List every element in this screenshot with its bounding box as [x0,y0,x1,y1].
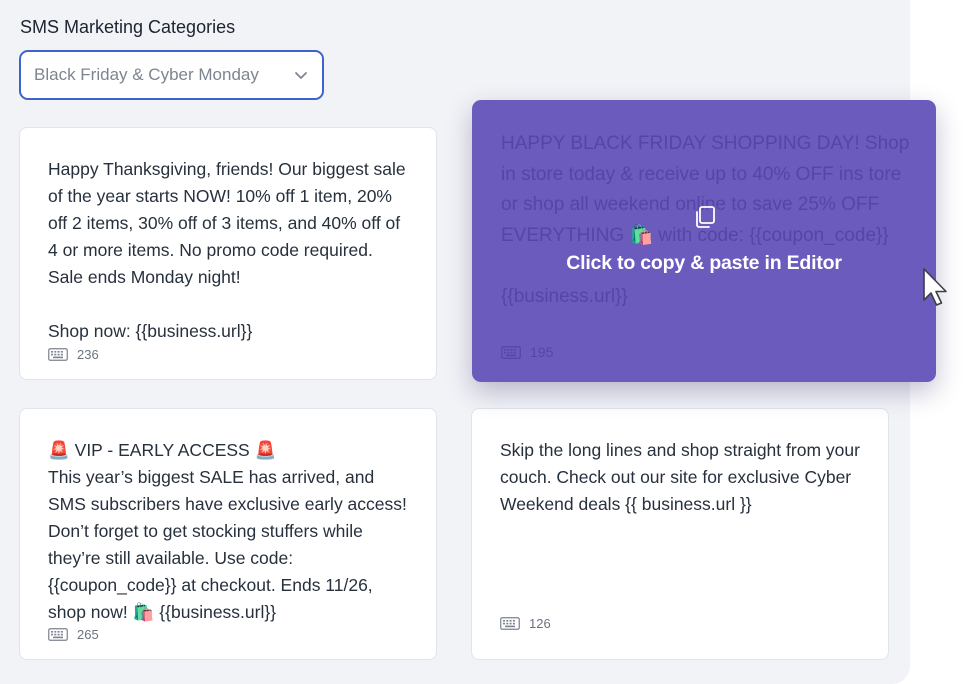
template-text: Happy Thanksgiving, friends! Our biggest… [48,159,406,341]
copy-to-editor-label: Click to copy & paste in Editor [566,252,842,274]
template-card[interactable]: 🚨 VIP - EARLY ACCESS 🚨 This year’s bigge… [19,408,437,660]
copy-icon[interactable] [691,203,719,231]
character-count-value: 265 [77,627,99,642]
panel-title: SMS Marketing Categories [20,17,236,37]
keyboard-icon [501,345,521,359]
mouse-cursor-icon [923,268,947,306]
character-count-value: 236 [77,347,99,362]
category-select-value: Black Friday & Cyber Monday [34,65,259,84]
template-text: 🚨 VIP - EARLY ACCESS 🚨 This year’s bigge… [48,440,407,622]
keyboard-icon [48,348,68,361]
template-card[interactable]: Skip the long lines and shop straight fr… [471,408,889,660]
character-count: 265 [48,627,99,642]
character-count: 236 [48,347,99,362]
character-count: 126 [500,616,551,631]
keyboard-icon [48,628,68,641]
template-card[interactable]: Happy Thanksgiving, friends! Our biggest… [19,127,437,380]
chevron-down-icon [295,72,307,79]
character-count: 195 [501,344,553,360]
character-count-value: 195 [530,344,554,360]
category-select[interactable]: Black Friday & Cyber Monday [19,50,324,100]
template-card-hovered[interactable]: HAPPY BLACK FRIDAY SHOPPING DAY! Shop in… [472,100,936,382]
keyboard-icon [500,617,520,630]
template-text: Skip the long lines and shop straight fr… [500,440,860,514]
character-count-value: 126 [529,616,551,631]
